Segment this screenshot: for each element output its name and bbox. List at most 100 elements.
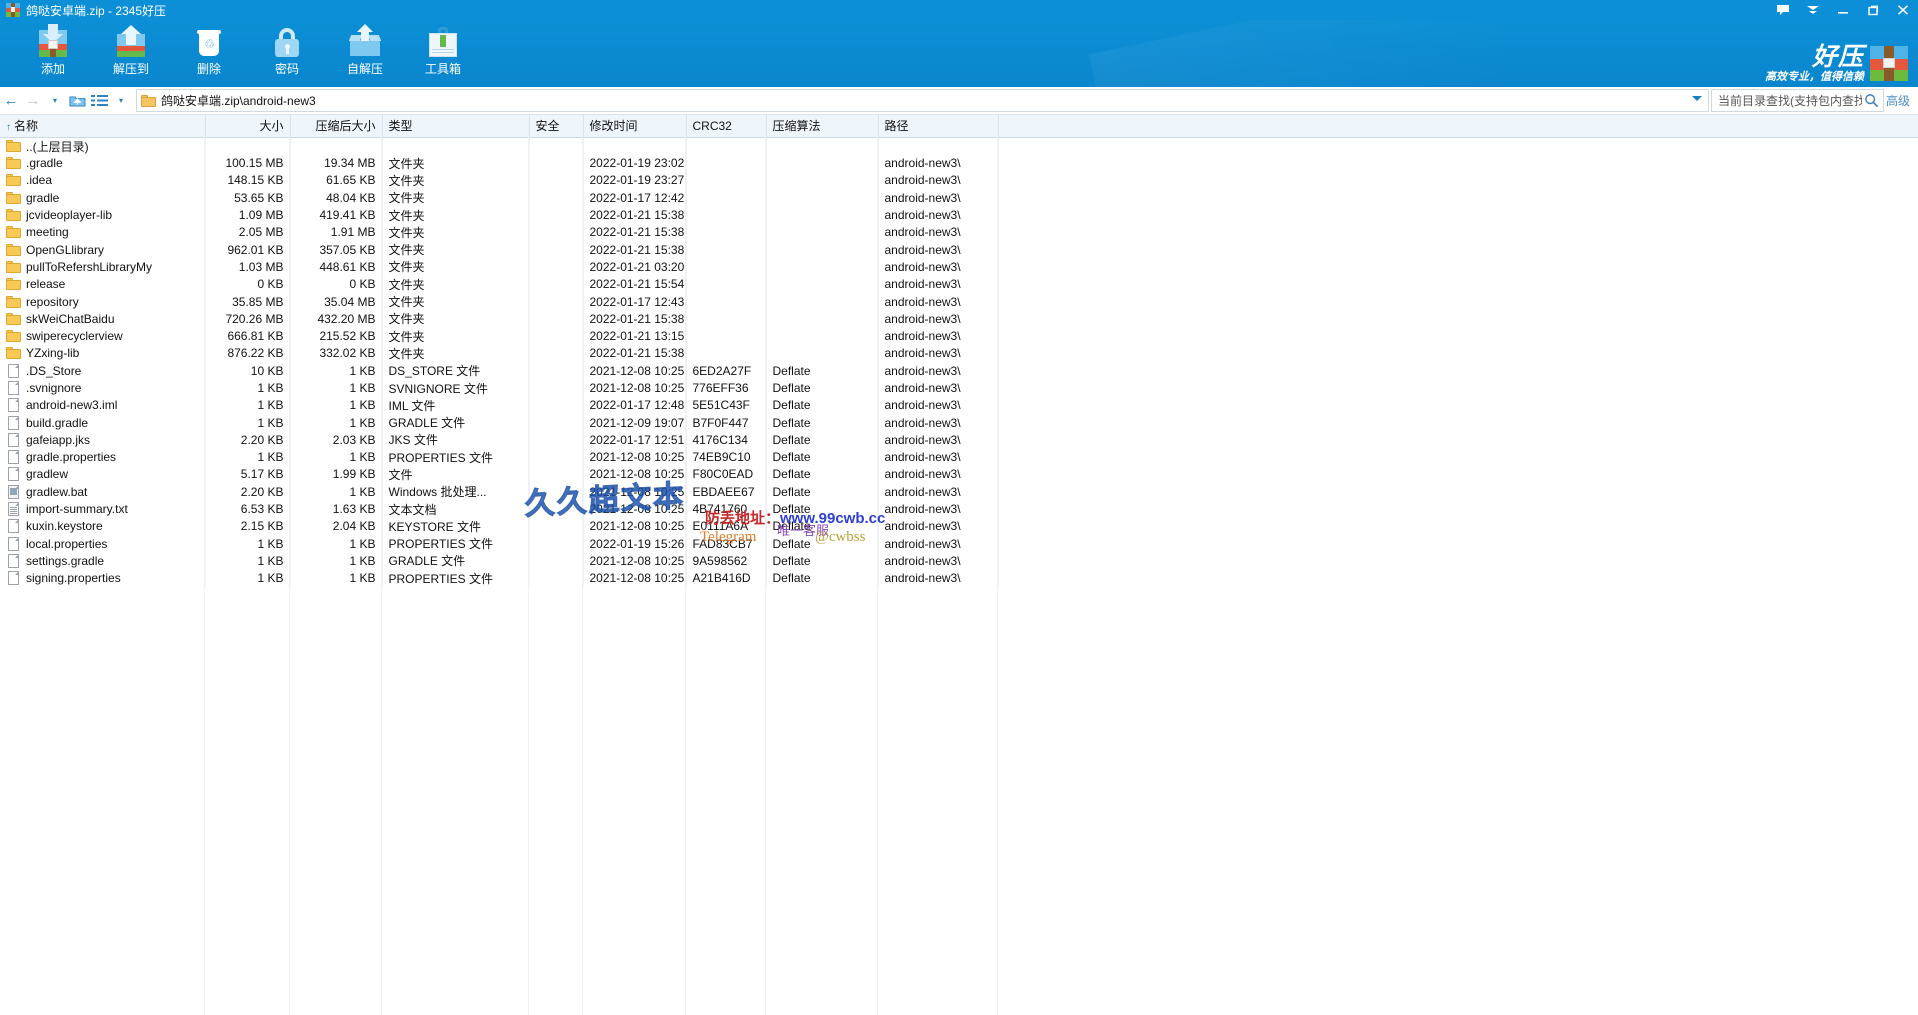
cell-crc32: 776EFF36 [686, 379, 767, 397]
toolbar-button-extract-to[interactable]: 解压到 [92, 20, 170, 87]
path-input[interactable]: 鸽哒安卓端.zip\android-new3 [136, 89, 1709, 112]
table-row[interactable]: .idea 148.15 KB 61.65 KB 文件夹 2022-01-19 23:2… [0, 171, 1918, 190]
feedback-icon[interactable] [1768, 0, 1798, 20]
file-name-text: swiperecyclerview [26, 329, 123, 344]
back-button[interactable]: ← [0, 89, 22, 113]
close-icon[interactable] [1888, 0, 1918, 20]
table-row[interactable]: android-new3.iml 1 KB 1 KB IML 文件 2022-01-17… [0, 396, 1918, 414]
cell-spacer [998, 483, 1918, 500]
table-row[interactable]: release0 KB0 KB文件夹2022-01-21 15:54:...an… [0, 275, 1918, 293]
table-row[interactable]: import-summary.txt 6.53 KB 1.63 KB 文本文档 2021… [0, 500, 1918, 518]
cell-packed: 215.52 KB [290, 327, 383, 345]
table-row[interactable]: gradlew.bat 2.20 KB 1 KB Windows 批处理... 2021… [0, 483, 1918, 501]
column-header-type[interactable]: 类型 [382, 115, 530, 138]
path-dropdown-icon[interactable] [1691, 96, 1702, 101]
brand-archive-icon [1870, 44, 1908, 82]
cell-packed: 1.91 MB [290, 223, 383, 241]
column-header-spacer[interactable] [998, 115, 1918, 138]
cell-security [529, 483, 584, 501]
table-row[interactable]: gradle.properties 1 KB 1 KB PROPERTIES 文件 20… [0, 448, 1918, 466]
column-header-packed[interactable]: 压缩后大小 [290, 115, 383, 138]
file-icon [8, 553, 19, 568]
table-row[interactable]: meeting 2.05 MB 1.91 MB 文件夹 2022-01-21 15:38… [0, 223, 1918, 241]
cell-name: .svnignore [0, 379, 206, 397]
maximize-icon[interactable] [1858, 0, 1888, 20]
search-box[interactable] [1710, 89, 1884, 112]
cell-type: 文件夹 [382, 189, 530, 207]
table-row[interactable]: .svnignore 1 KB 1 KB SVNIGNORE 文件 2021-12-08… [0, 379, 1918, 397]
table-row[interactable]: ..(上层目录) [0, 137, 1918, 155]
search-icon[interactable] [1864, 93, 1879, 108]
cell-security [529, 137, 584, 155]
table-row[interactable]: OpenGLlibrary 962.01 KB 357.05 KB 文件夹 2022-0… [0, 240, 1918, 259]
toolbar-button-add[interactable]: 添加 [14, 20, 92, 87]
file-name-cell: OpenGLlibrary [6, 243, 199, 257]
column-header-crc32[interactable]: CRC32 [686, 115, 767, 138]
chevron-down-icon[interactable] [1798, 0, 1828, 20]
up-folder-button[interactable] [66, 89, 88, 113]
advanced-search-link[interactable]: 高级 [1886, 92, 1910, 109]
cell-type: 文件夹 [382, 223, 530, 241]
cell-type: 文件夹 [382, 327, 530, 345]
cell-packed: 1 KB [290, 552, 383, 570]
table-row[interactable]: gafeiapp.jks 2.20 KB 2.03 KB JKS 文件 2022-01-… [0, 431, 1918, 449]
column-header-method[interactable]: 压缩算法 [766, 115, 879, 138]
cell-crc32 [686, 344, 767, 363]
file-name-text: gradle.properties [26, 450, 117, 465]
cell-security [529, 223, 584, 241]
table-row[interactable]: gradle 53.65 KB 48.04 KB 文件夹 2022-01-17 12:4… [0, 189, 1918, 207]
column-header-size[interactable]: 大小 [205, 115, 291, 138]
table-row[interactable]: signing.properties 1 KB 1 KB PROPERTIES 文件 2… [0, 569, 1918, 587]
cell-packed: 1 KB [290, 379, 383, 397]
table-row[interactable]: skWeiChatBaidu 720.26 MB 432.20 MB 文件夹 2022-… [0, 310, 1918, 328]
table-row[interactable]: gradlew 5.17 KB1.99 KB文件 2021-12-08 10:25:… [0, 465, 1918, 484]
cell-crc32: 5E51C43F [686, 396, 767, 414]
address-bar: ← → ▾ ▾ 鸽哒安卓端.zip\android-new3 高级 [0, 87, 1918, 115]
column-header-path[interactable]: 路径 [878, 115, 999, 138]
table-row[interactable]: settings.gradle 1 KB 1 KB GRADLE 文件 2021-12-… [0, 552, 1918, 570]
history-dropdown-button[interactable]: ▾ [44, 89, 66, 113]
table-row[interactable]: YZxing-lib 876.22 KB 332.02 KB 文件夹 2022-01-2… [0, 344, 1918, 363]
cell-path: android-new3\ [878, 206, 999, 224]
cell-security [529, 240, 584, 259]
cell-method [766, 344, 879, 363]
toolbar-label-delete: 删除 [196, 62, 221, 76]
table-row[interactable]: .gradle 100.15 MB 19.34 MB 文件夹 2022-01-19 23… [0, 154, 1918, 172]
table-row[interactable]: repository 35.85 MB 35.04 MB 文件夹 2022-01-17 … [0, 292, 1918, 311]
file-name-cell: jcvideoplayer-lib [6, 208, 199, 222]
cell-mtime: 2022-01-21 15:38:... [583, 206, 687, 224]
cell-security [529, 275, 584, 293]
forward-button[interactable]: → [22, 89, 44, 113]
minimize-icon[interactable] [1828, 0, 1858, 20]
table-row[interactable]: swiperecyclerview 666.81 KB 215.52 KB 文件夹 20… [0, 327, 1918, 345]
file-icon [8, 519, 19, 534]
file-name-cell: .idea [6, 173, 199, 187]
table-row[interactable]: jcvideoplayer-lib 1.09 MB 419.41 KB 文件夹 2022… [0, 206, 1918, 224]
self-extract-icon [347, 24, 383, 60]
column-header-mtime[interactable]: 修改时间 [583, 115, 687, 138]
column-header-label: 大小 [259, 119, 284, 134]
column-header-name[interactable]: ↑ 名称 [0, 115, 206, 138]
toolbar-button-toolbox[interactable]: 工具箱 [404, 20, 482, 87]
column-header-security[interactable]: 安全 [529, 115, 584, 138]
file-name-cell: kuxin.keystore [6, 519, 199, 534]
toolbar-button-password[interactable]: 密码 [248, 20, 326, 87]
table-row[interactable]: .DS_Store 10 KB 1 KB DS_STORE 文件 2021-12-08 … [0, 362, 1918, 380]
cell-name: meeting [0, 223, 206, 241]
file-name-text: gafeiapp.jks [26, 432, 91, 447]
table-row[interactable]: local.properties 1 KB 1 KB PROPERTIES 文件 202… [0, 535, 1918, 553]
view-mode-button[interactable] [88, 89, 110, 113]
cell-packed: 0 KB [290, 275, 383, 293]
file-name-text: meeting [26, 225, 69, 240]
view-mode-dropdown-button[interactable]: ▾ [110, 89, 132, 113]
search-input[interactable] [1715, 92, 1864, 109]
cell-size: 1 KB [205, 396, 291, 414]
chevron-down-icon: ▾ [118, 96, 123, 105]
file-name-cell: gradle [6, 191, 199, 205]
table-row[interactable]: pullToRefershLibraryMy 1.03 MB 448.61 KB 文件… [0, 258, 1918, 276]
table-row[interactable]: kuxin.keystore 2.15 KB 2.04 KB KEYSTORE 文件 2… [0, 517, 1918, 536]
table-row[interactable]: build.gradle 1 KB 1 KB GRADLE 文件 2021-12-09 … [0, 413, 1918, 432]
toolbar-button-self-extract[interactable]: 自解压 [326, 20, 404, 87]
toolbar-button-delete[interactable]: ♲ 删除 [170, 20, 248, 87]
cell-type: 文件夹 [382, 310, 530, 328]
